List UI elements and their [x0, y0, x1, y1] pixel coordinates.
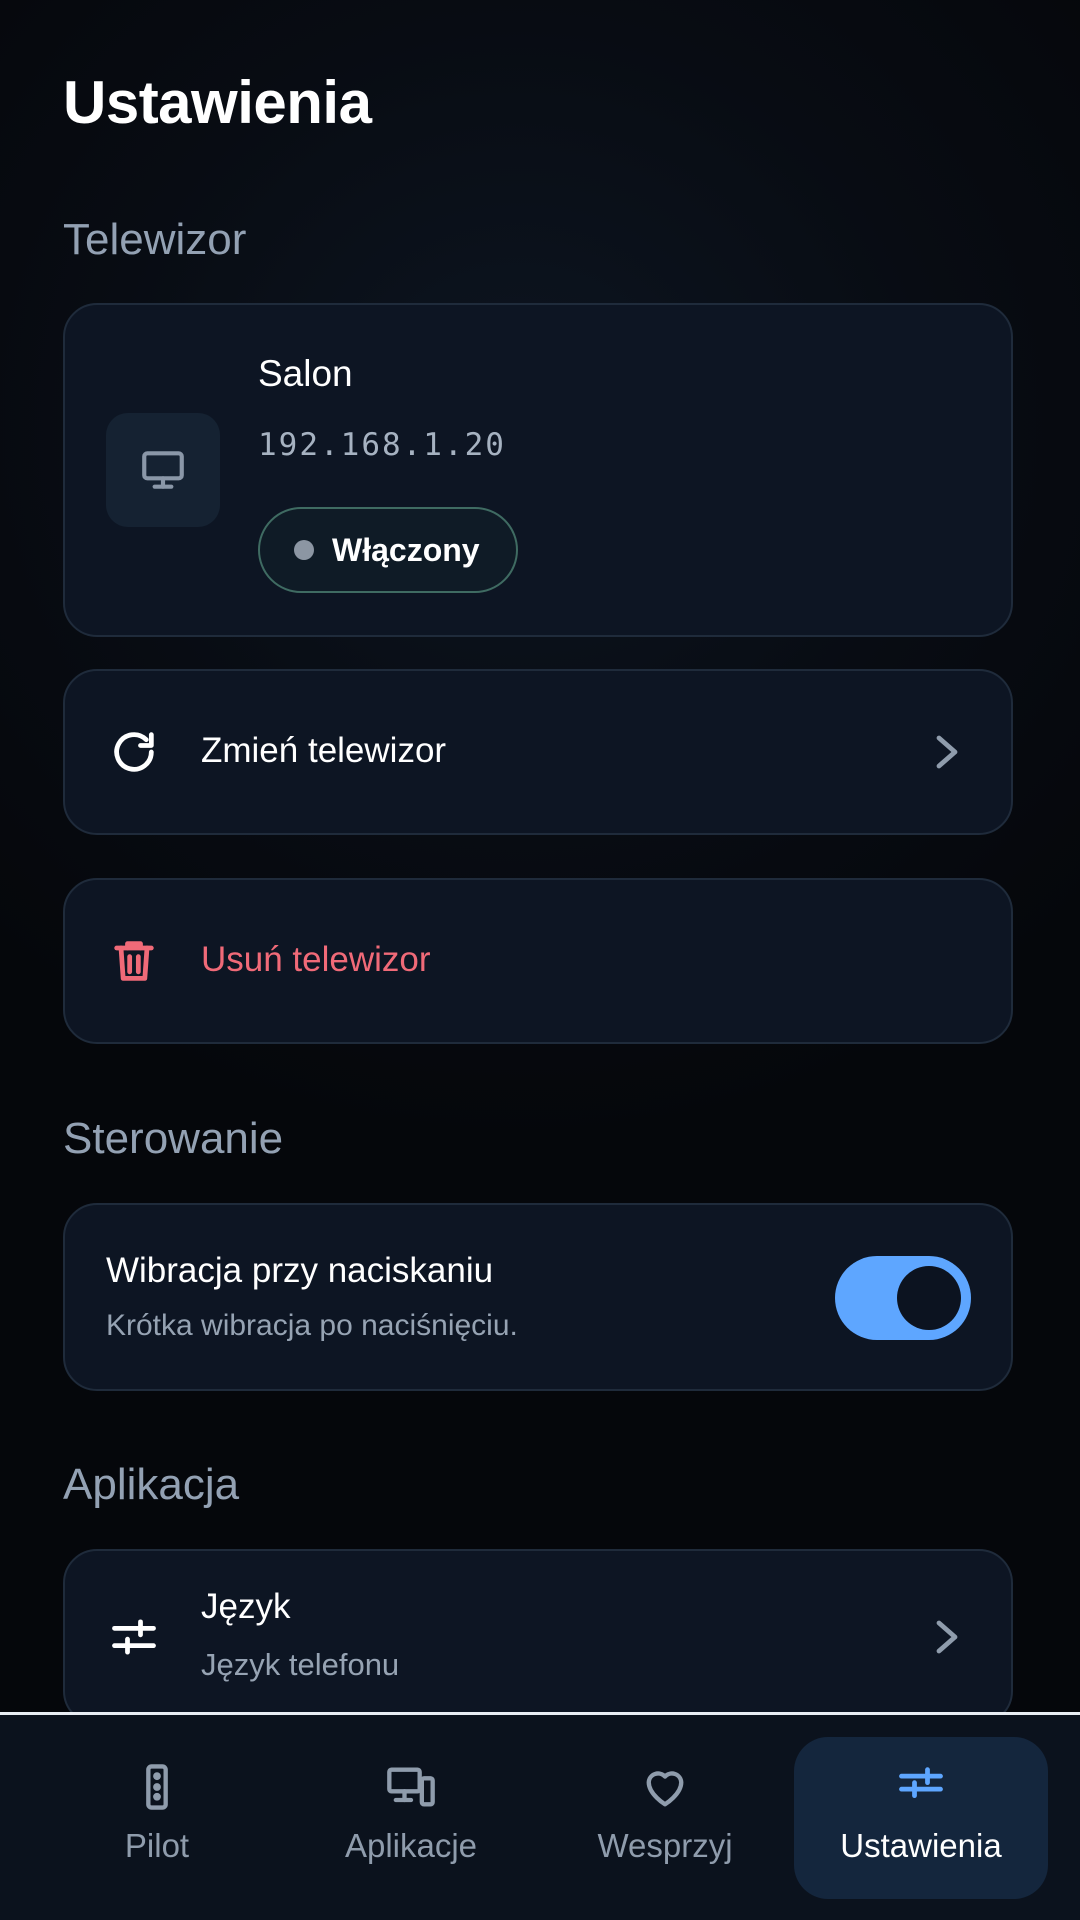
language-setting-button[interactable]: Język Język telefonu — [63, 1549, 1013, 1725]
vibration-toggle[interactable] — [835, 1256, 971, 1340]
chevron-right-icon — [936, 735, 958, 769]
devices-icon — [387, 1767, 435, 1807]
delete-tv-button[interactable]: Usuń telewizor — [63, 878, 1013, 1044]
vibration-title: Wibracja przy naciskaniu — [106, 1251, 494, 1290]
remote-icon — [146, 1764, 168, 1810]
language-title: Język — [201, 1587, 291, 1626]
tv-icon-box — [106, 413, 220, 527]
sliders-icon — [112, 1619, 156, 1655]
tv-card: Salon 192.168.1.20 Włączony — [63, 303, 1013, 637]
nav-label-support: Wesprzyj — [597, 1827, 733, 1864]
status-dot — [294, 540, 314, 560]
trash-icon — [114, 941, 154, 981]
tv-icon — [142, 451, 184, 489]
tv-name: Salon — [258, 353, 353, 394]
heart-icon — [646, 1771, 684, 1807]
vibration-setting: Wibracja przy naciskaniu Krótka wibracja… — [63, 1203, 1013, 1391]
sliders-icon — [899, 1767, 943, 1799]
status-badge: Włączony — [258, 507, 518, 593]
chevron-right-icon — [936, 1620, 958, 1654]
bottom-navigation: Pilot Aplikacje Wesprzyj Ustawienia — [0, 1712, 1080, 1920]
nav-item-apps[interactable]: Aplikacje — [284, 1737, 538, 1899]
nav-item-support[interactable]: Wesprzyj — [538, 1737, 792, 1899]
change-tv-label: Zmień telewizor — [201, 731, 447, 770]
nav-label-pilot: Pilot — [124, 1827, 190, 1864]
change-tv-button[interactable]: Zmień telewizor — [63, 669, 1013, 835]
nav-label-settings: Ustawienia — [840, 1827, 1002, 1864]
language-subtitle: Język telefonu — [201, 1647, 400, 1682]
nav-item-settings[interactable]: Ustawienia — [794, 1737, 1048, 1899]
tv-ip-address: 192.168.1.20 — [258, 427, 506, 463]
page-title: Ustawienia — [63, 69, 372, 136]
settings-screen: Ustawienia Telewizor Salon 192.168.1.20 … — [0, 0, 1080, 1920]
refresh-icon — [114, 732, 154, 772]
nav-item-pilot[interactable]: Pilot — [30, 1737, 284, 1899]
vibration-subtitle: Krótka wibracja po naciśnięciu. — [106, 1309, 518, 1342]
section-title-control: Sterowanie — [63, 1114, 284, 1163]
toggle-knob — [897, 1266, 961, 1330]
delete-tv-label: Usuń telewizor — [201, 940, 431, 979]
section-title-tv: Telewizor — [63, 215, 247, 264]
status-text: Włączony — [332, 531, 480, 568]
section-title-app: Aplikacja — [63, 1460, 240, 1509]
nav-label-apps: Aplikacje — [344, 1827, 478, 1864]
